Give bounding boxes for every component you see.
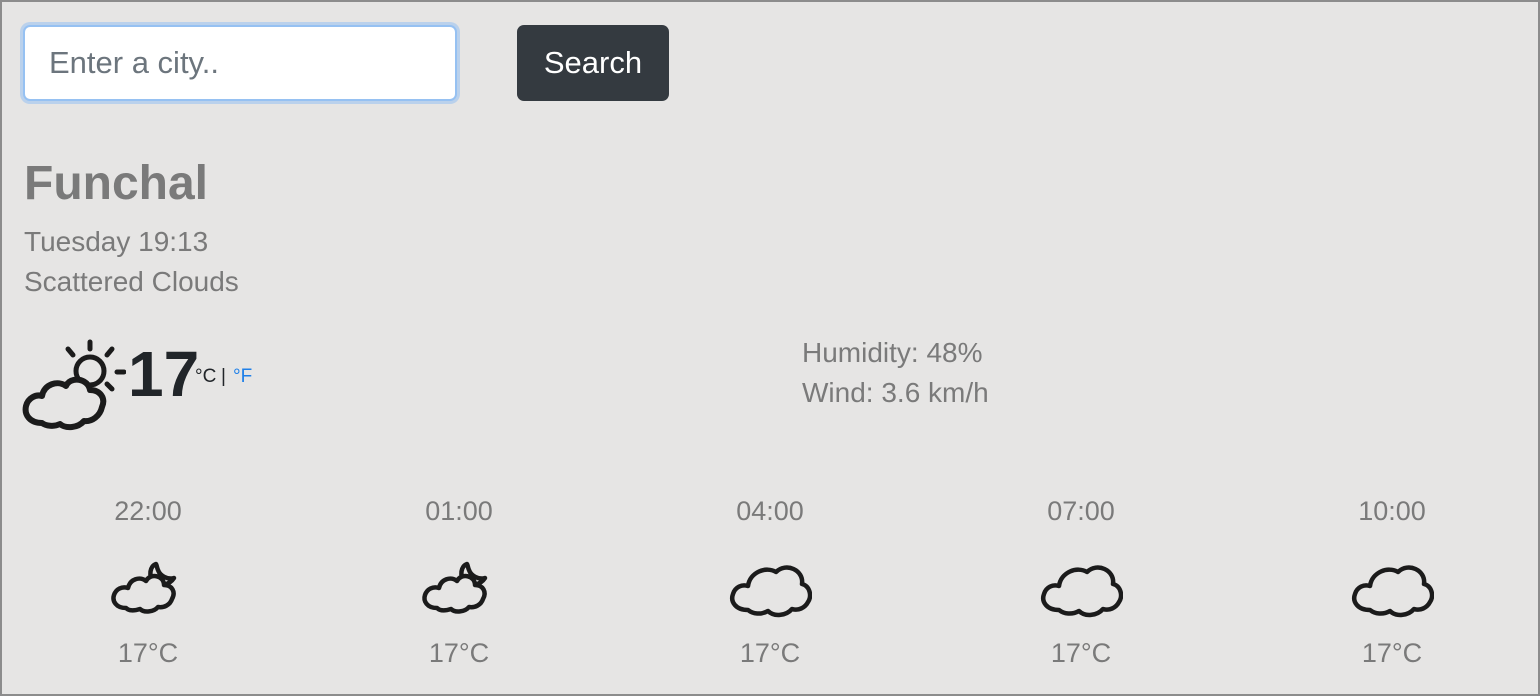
fahrenheit-link[interactable]: °F — [233, 366, 252, 388]
forecast-item: 01:00 17°C — [369, 492, 549, 682]
partly-cloudy-night-icon — [111, 561, 177, 614]
cloud-icon — [730, 565, 812, 618]
search-button[interactable]: Search — [517, 25, 669, 101]
city-search-input[interactable] — [23, 25, 457, 101]
weather-app: Search Funchal Tuesday 19:13 Scattered C… — [0, 0, 1540, 696]
current-temperature: 17 — [128, 338, 200, 410]
partly-cloudy-day-icon — [22, 339, 126, 431]
forecast-time: 07:00 — [1047, 496, 1115, 526]
current-datetime: Tuesday 19:13 — [24, 226, 209, 257]
forecast-time: 10:00 — [1358, 496, 1426, 526]
humidity: Humidity: 48% — [802, 337, 983, 368]
celsius-unit[interactable]: °C — [195, 366, 216, 388]
city-name: Funchal — [24, 157, 209, 210]
forecast-item: 22:00 17°C — [58, 492, 238, 682]
cloud-icon — [1352, 565, 1434, 618]
forecast-item: 07:00 17°C — [991, 492, 1171, 682]
wind-speed: Wind: 3.6 km/h — [802, 377, 989, 408]
forecast-temperature: 17°C — [739, 638, 801, 668]
forecast-time: 01:00 — [425, 496, 493, 526]
weather-description: Scattered Clouds — [24, 266, 239, 297]
forecast-time: 04:00 — [736, 496, 804, 526]
forecast-temperature: 17°C — [1361, 638, 1423, 668]
forecast-item: 04:00 17°C — [680, 492, 860, 682]
unit-separator: | — [221, 366, 226, 387]
forecast-time: 22:00 — [114, 496, 182, 526]
forecast-item: 10:00 17°C — [1302, 492, 1482, 682]
forecast-temperature: 17°C — [1050, 638, 1112, 668]
forecast-temperature: 17°C — [428, 638, 490, 668]
forecast-temperature: 17°C — [117, 638, 179, 668]
partly-cloudy-night-icon — [422, 561, 488, 614]
cloud-icon — [1041, 565, 1123, 618]
